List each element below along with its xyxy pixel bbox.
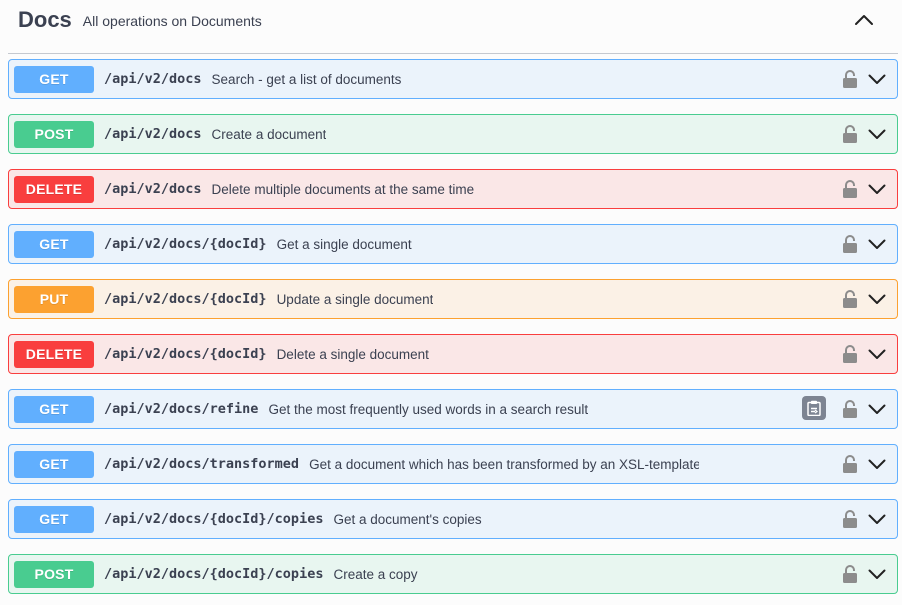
chevron-down-icon[interactable] bbox=[867, 399, 887, 419]
operation-summary: Update a single document bbox=[276, 291, 434, 307]
operation-path: /api/v2/docs/{docId} bbox=[104, 291, 267, 307]
method-badge: GET bbox=[14, 450, 94, 478]
chevron-up-icon[interactable] bbox=[852, 8, 876, 32]
chevron-down-icon[interactable] bbox=[867, 234, 887, 254]
operation-row[interactable]: GET /api/v2/docs/refine Get the most fre… bbox=[8, 389, 898, 429]
operation-summary: Get a document's copies bbox=[333, 511, 482, 527]
operation-summary: Create a copy bbox=[333, 566, 418, 582]
lock-icon[interactable] bbox=[841, 124, 859, 144]
method-badge: GET bbox=[14, 395, 94, 423]
operations-list: GET /api/v2/docs Search - get a list of … bbox=[8, 59, 898, 605]
operation-summary: Create a document bbox=[211, 126, 327, 142]
chevron-down-icon[interactable] bbox=[867, 289, 887, 309]
swagger-tag-section: Docs All operations on Documents GET /ap… bbox=[0, 0, 902, 605]
operation-row[interactable]: GET /api/v2/docs/{docId} Get a single do… bbox=[8, 224, 898, 264]
operation-summary: Delete multiple documents at the same ti… bbox=[211, 181, 475, 197]
operation-path: /api/v2/docs/transformed bbox=[104, 456, 300, 472]
lock-icon[interactable] bbox=[841, 399, 859, 419]
operation-row[interactable]: GET /api/v2/docs Search - get a list of … bbox=[8, 59, 898, 99]
lock-icon[interactable] bbox=[841, 564, 859, 584]
operation-summary: Get a single document bbox=[276, 236, 412, 252]
lock-icon[interactable] bbox=[841, 344, 859, 364]
lock-icon[interactable] bbox=[841, 234, 859, 254]
operation-path: /api/v2/docs/{docId}/copies bbox=[104, 566, 324, 582]
operation-path: /api/v2/docs bbox=[104, 126, 202, 142]
chevron-down-icon[interactable] bbox=[867, 564, 887, 584]
method-badge: GET bbox=[14, 230, 94, 258]
operation-summary: Search - get a list of documents bbox=[211, 71, 402, 87]
method-badge: POST bbox=[14, 560, 94, 588]
method-badge: PUT bbox=[14, 285, 94, 313]
chevron-down-icon[interactable] bbox=[867, 454, 887, 474]
operation-row[interactable]: PUT /api/v2/docs/{docId} Update a single… bbox=[8, 279, 898, 319]
operation-path: /api/v2/docs/{docId}/copies bbox=[104, 511, 324, 527]
operation-summary: Delete a single document bbox=[276, 346, 429, 362]
method-badge: DELETE bbox=[14, 175, 94, 203]
tag-title: Docs bbox=[18, 6, 72, 32]
operation-row[interactable]: GET /api/v2/docs/transformed Get a docum… bbox=[8, 444, 898, 484]
clipboard-icon[interactable] bbox=[802, 396, 826, 420]
operation-row[interactable]: GET /api/v2/docs/{docId}/copies Get a do… bbox=[8, 499, 898, 539]
operation-path: /api/v2/docs bbox=[104, 71, 202, 87]
lock-icon[interactable] bbox=[841, 509, 859, 529]
lock-icon[interactable] bbox=[841, 289, 859, 309]
operation-row[interactable]: POST /api/v2/docs/{docId}/copies Create … bbox=[8, 554, 898, 594]
operation-summary: Get a document which has been transforme… bbox=[309, 456, 700, 472]
chevron-down-icon[interactable] bbox=[867, 179, 887, 199]
lock-icon[interactable] bbox=[841, 179, 859, 199]
tag-header[interactable]: Docs All operations on Documents bbox=[8, 0, 898, 54]
operation-row[interactable]: DELETE /api/v2/docs Delete multiple docu… bbox=[8, 169, 898, 209]
operation-path: /api/v2/docs/refine bbox=[104, 401, 259, 417]
method-badge: POST bbox=[14, 120, 94, 148]
operation-path: /api/v2/docs/{docId} bbox=[104, 346, 267, 362]
chevron-down-icon[interactable] bbox=[867, 69, 887, 89]
operation-path: /api/v2/docs bbox=[104, 181, 202, 197]
operation-path: /api/v2/docs/{docId} bbox=[104, 236, 267, 252]
lock-icon[interactable] bbox=[841, 454, 859, 474]
method-badge: DELETE bbox=[14, 340, 94, 368]
method-badge: GET bbox=[14, 65, 94, 93]
tag-description: All operations on Documents bbox=[82, 12, 262, 29]
method-badge: GET bbox=[14, 505, 94, 533]
lock-icon[interactable] bbox=[841, 69, 859, 89]
chevron-down-icon[interactable] bbox=[867, 509, 887, 529]
chevron-down-icon[interactable] bbox=[867, 124, 887, 144]
operation-row[interactable]: DELETE /api/v2/docs/{docId} Delete a sin… bbox=[8, 334, 898, 374]
chevron-down-icon[interactable] bbox=[867, 344, 887, 364]
operation-summary: Get the most frequently used words in a … bbox=[268, 401, 589, 417]
operation-row[interactable]: POST /api/v2/docs Create a document bbox=[8, 114, 898, 154]
